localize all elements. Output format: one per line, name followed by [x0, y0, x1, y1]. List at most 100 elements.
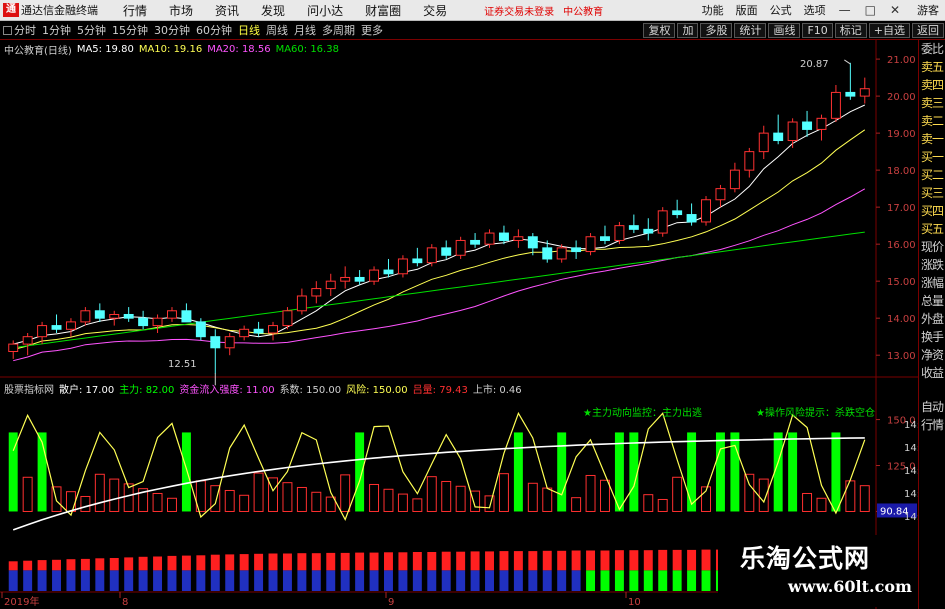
- info-price[interactable]: 现价: [919, 238, 945, 256]
- right-time-label: 14:50: [904, 512, 918, 523]
- menu-item-gongneng[interactable]: 功能: [702, 2, 724, 18]
- dilian-label: 吕量: 79.43: [412, 384, 468, 396]
- menu-item-zixun[interactable]: 资讯: [215, 2, 239, 19]
- info-auto[interactable]: 自动: [919, 398, 945, 416]
- info-sell5[interactable]: 卖五: [919, 58, 945, 76]
- price-tick-label: 13.00: [887, 351, 916, 362]
- add-watchlist-button[interactable]: +自选: [868, 22, 910, 38]
- info-buy3[interactable]: 买三: [919, 184, 945, 202]
- indicator-lower-bar: [629, 570, 639, 591]
- minimize-button[interactable]: —: [839, 3, 851, 17]
- indicator-lower-bar: [701, 570, 711, 591]
- indicator-red-outline-bar: [167, 497, 177, 512]
- menu-item-caifuquan[interactable]: 财富圈: [365, 2, 401, 19]
- indicator-red-bar: [138, 556, 148, 571]
- menu-item-gongshi[interactable]: 公式: [770, 2, 792, 18]
- indicator-red-bar: [701, 549, 711, 571]
- indicator-red-outline-bar: [571, 497, 582, 512]
- info-outer[interactable]: 外盘: [919, 310, 945, 328]
- chart-canvas[interactable]: 21.00 20.00 19.00 18.00 17.00 16.00 15.00 14.00…: [0, 40, 918, 609]
- login-warning[interactable]: 证券交易未登录: [484, 3, 554, 18]
- close-button[interactable]: ✕: [890, 3, 900, 17]
- period-monthly[interactable]: 月线: [291, 22, 319, 38]
- info-change-pct[interactable]: 涨幅: [919, 274, 945, 292]
- info-sell3[interactable]: 卖三: [919, 94, 945, 112]
- period-daily[interactable]: 日线: [235, 22, 263, 38]
- menu-item-banmian[interactable]: 版面: [736, 2, 758, 18]
- indicator-name[interactable]: 股票指标网: [4, 381, 54, 396]
- info-weibi[interactable]: 委比: [919, 40, 945, 58]
- indicator-lower-bar: [456, 570, 466, 591]
- info-change[interactable]: 涨跌: [919, 256, 945, 274]
- indicator-lower-bar: [412, 570, 422, 591]
- info-quote[interactable]: 行情: [919, 416, 945, 434]
- period-60min[interactable]: 60分钟: [193, 22, 235, 38]
- indicator-green-bar: [355, 432, 365, 512]
- indicator-red-bar: [629, 550, 639, 571]
- indicator-red-outline-bar: [498, 473, 509, 512]
- indicator-red-outline-bar: [296, 486, 307, 512]
- guest-label[interactable]: 游客: [917, 2, 939, 18]
- indicator-lower-bar: [268, 570, 278, 591]
- info-turnover[interactable]: 换手: [919, 328, 945, 346]
- maximize-button[interactable]: □: [865, 3, 876, 17]
- indicator-red-bar: [369, 552, 379, 571]
- mark-button[interactable]: 标记: [834, 22, 867, 38]
- chart-area[interactable]: 21.00 20.00 19.00 18.00 17.00 16.00 15.00 14.00…: [0, 40, 945, 609]
- period-multi[interactable]: 多周期: [319, 22, 358, 38]
- menu-item-jiaoyi[interactable]: 交易: [423, 2, 447, 19]
- stock-title[interactable]: 中公教育(日线): [4, 42, 72, 57]
- f10-button[interactable]: F10: [802, 22, 833, 38]
- candle-up: [311, 288, 322, 297]
- info-earnings[interactable]: 收益: [919, 364, 945, 382]
- candle-up: [397, 258, 408, 275]
- menu-item-shichang[interactable]: 市场: [169, 2, 193, 19]
- stats-button[interactable]: 统计: [734, 22, 767, 38]
- indicator-lower-bar: [66, 570, 76, 591]
- menu-item-hangqing[interactable]: 行情: [123, 2, 147, 19]
- period-30min[interactable]: 30分钟: [151, 22, 193, 38]
- back-button[interactable]: 返回: [912, 22, 944, 38]
- indicator-red-bar: [571, 550, 581, 571]
- indicator-green-bar: [730, 432, 740, 512]
- draw-line-button[interactable]: 画线: [768, 22, 801, 38]
- candle-down: [773, 132, 784, 142]
- info-sell1[interactable]: 卖一: [919, 130, 945, 148]
- indicator-red-bar: [614, 550, 624, 571]
- menu-item-wenxiaoda[interactable]: 问小达: [307, 2, 343, 19]
- multi-stock-button[interactable]: 多股: [700, 22, 733, 38]
- candle-up: [859, 88, 870, 97]
- period-more[interactable]: 更多: [358, 22, 386, 38]
- info-volume[interactable]: 总量: [919, 292, 945, 310]
- indicator-red-outline-bar: [470, 490, 481, 512]
- period-weekly[interactable]: 周线: [263, 22, 291, 38]
- period-5min[interactable]: 5分钟: [74, 22, 109, 38]
- info-sell2[interactable]: 卖二: [919, 112, 945, 130]
- menu-item-xuanxiang[interactable]: 选项: [804, 2, 826, 18]
- candle-down: [383, 269, 394, 275]
- indicator-lower-bar: [297, 570, 307, 591]
- fuquan-button[interactable]: 复权: [643, 22, 676, 38]
- indicator-red-outline-bar: [22, 476, 33, 512]
- info-buy1[interactable]: 买一: [919, 148, 945, 166]
- period-15min[interactable]: 15分钟: [109, 22, 151, 38]
- ma20-line: [13, 188, 866, 362]
- fengxian-label: 风险: 150.00: [346, 384, 408, 396]
- info-sell4[interactable]: 卖四: [919, 76, 945, 94]
- menu-item-faxian[interactable]: 发现: [261, 2, 285, 19]
- candle-up: [296, 295, 307, 312]
- add-button[interactable]: 加: [677, 22, 699, 38]
- ma60-label: MA60: 16.38: [275, 43, 339, 55]
- period-fenshi[interactable]: 分时: [0, 22, 39, 38]
- indicator-red-bar: [109, 557, 119, 571]
- indicator-red-bar: [239, 554, 249, 571]
- info-net-assets[interactable]: 净资: [919, 346, 945, 364]
- indicator-red-bar: [254, 553, 264, 571]
- info-buy5[interactable]: 买五: [919, 220, 945, 238]
- indicator-lower-bar: [513, 570, 523, 591]
- period-1min[interactable]: 1分钟: [39, 22, 74, 38]
- info-buy4[interactable]: 买四: [919, 202, 945, 220]
- info-buy2[interactable]: 买二: [919, 166, 945, 184]
- indicator-red-bar: [672, 549, 682, 571]
- indicator-red-bar: [441, 551, 451, 571]
